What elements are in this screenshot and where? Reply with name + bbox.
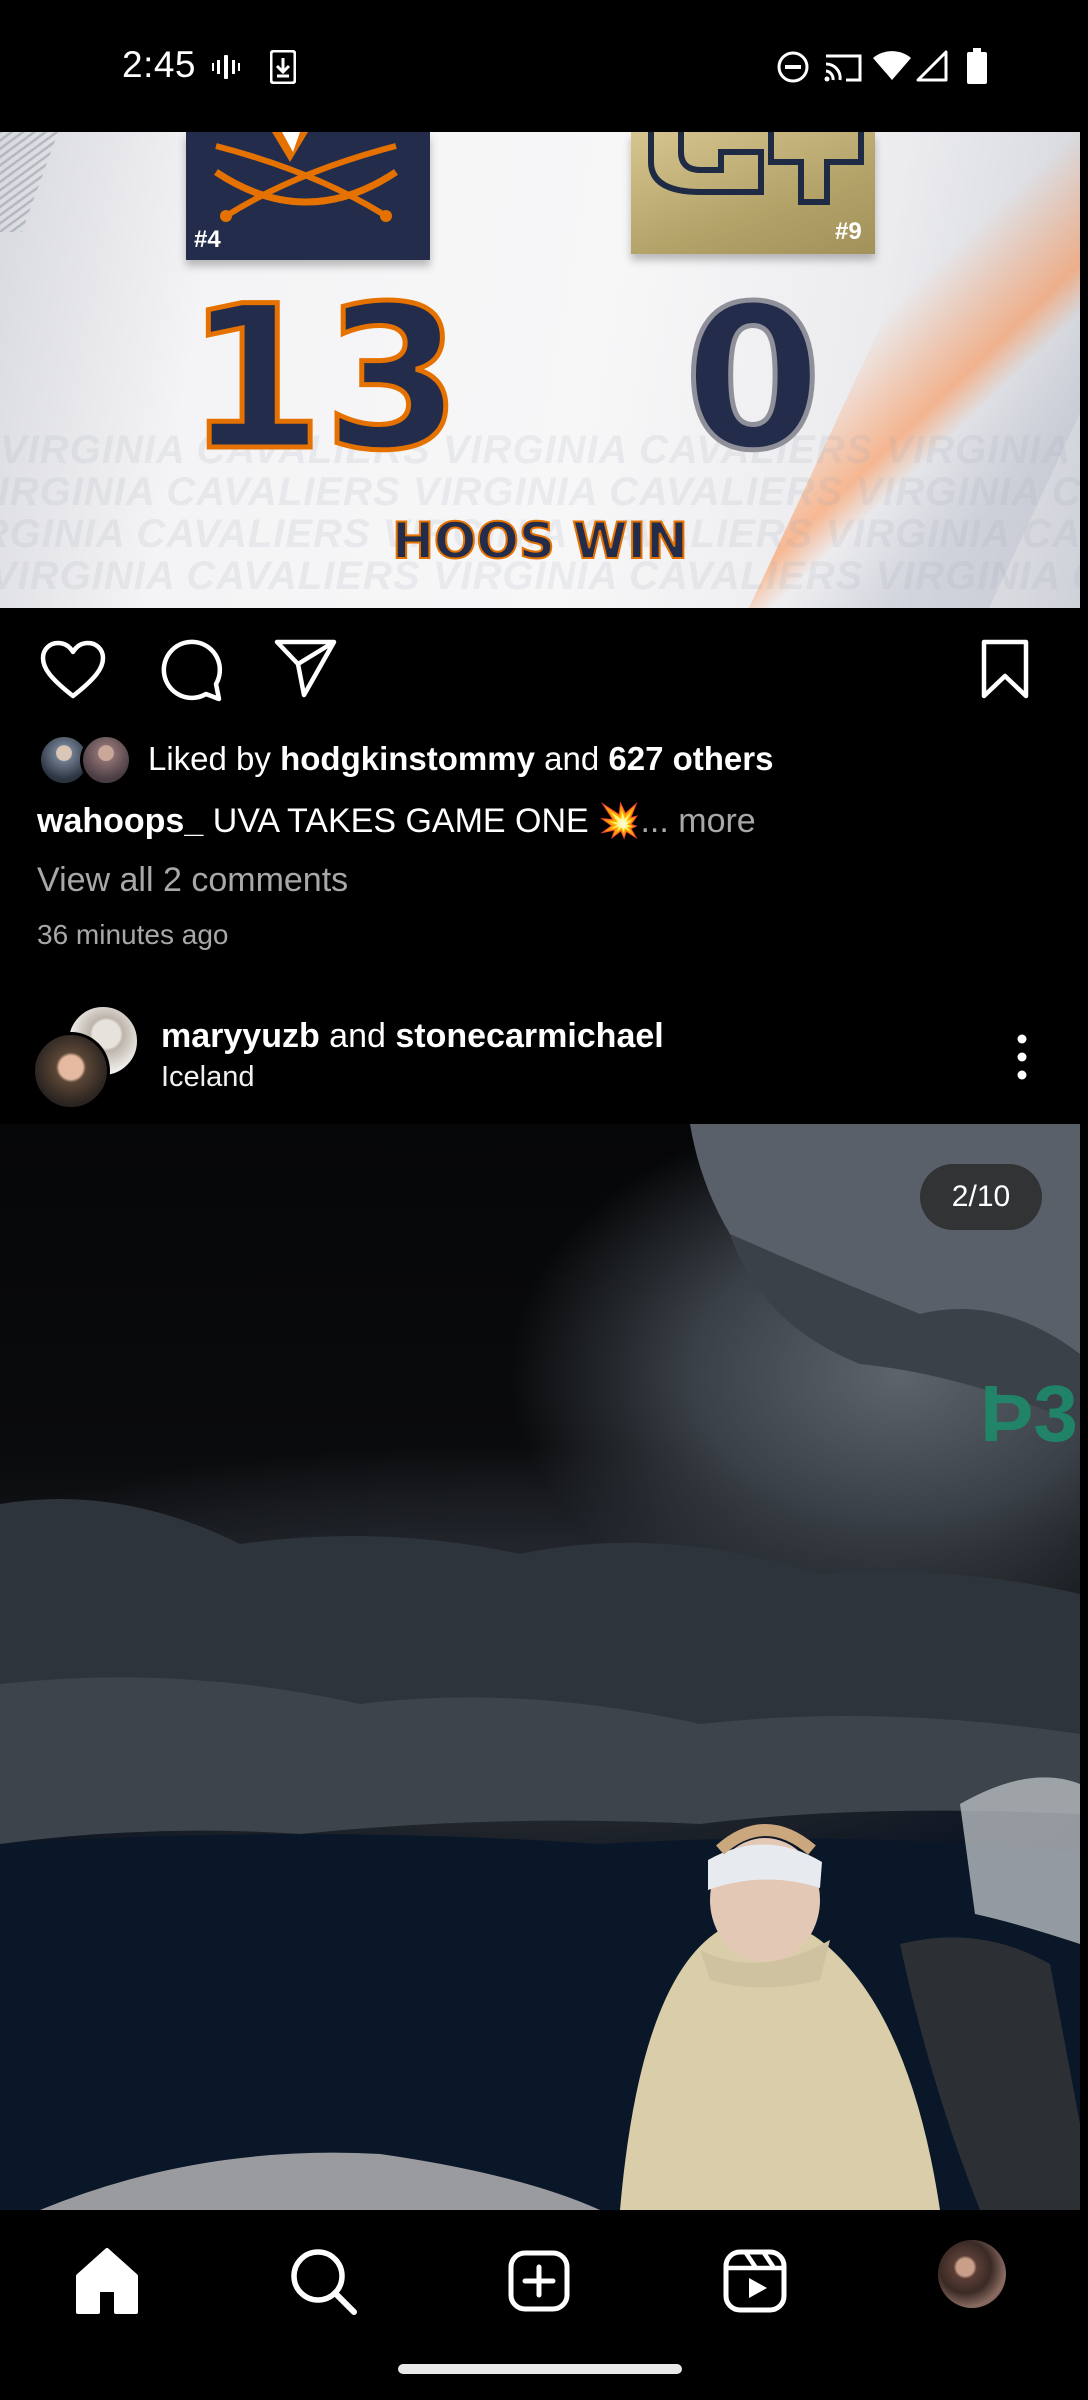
post-location[interactable]: Iceland — [161, 1061, 255, 1094]
liked-by-joiner: and — [534, 740, 609, 777]
vibrate-icon — [212, 55, 240, 79]
away-score: 0 — [682, 263, 825, 494]
liked-by-prefix: Liked by — [148, 740, 281, 777]
post-image-scoreboard[interactable]: VIRGINIA CAVALIERS VIRGINIA CAVALIERS VI… — [0, 132, 1080, 608]
likes-count[interactable]: 627 others — [608, 740, 773, 777]
result-text: HOOS WIN — [391, 511, 689, 571]
download-icon — [270, 50, 296, 84]
save-icon[interactable] — [980, 638, 1030, 700]
home-icon[interactable] — [62, 2236, 152, 2326]
liker-avatar — [80, 734, 132, 786]
wifi-icon — [873, 51, 911, 80]
background-wordmark: VIRGINIA CAVALIERS VIRGINIA CAVALIERS VI… — [0, 470, 1080, 514]
away-team-logo-tile: #9 — [631, 132, 875, 254]
crossed-sabres-logo — [214, 132, 398, 222]
liked-by-user[interactable]: hodgkinstommy — [280, 740, 535, 777]
post-photo-cave[interactable]: Þ3 — [0, 1124, 1080, 2210]
home-rank: #4 — [194, 226, 221, 253]
caption-username[interactable]: wahoops_ — [37, 802, 203, 840]
signal-icon — [916, 50, 948, 82]
battery-icon — [967, 48, 987, 84]
carousel-counter: 2/10 — [920, 1164, 1042, 1230]
search-icon[interactable] — [278, 2236, 368, 2326]
comment-icon[interactable] — [158, 638, 224, 704]
post-authors: maryyuzb and stonecarmichael — [161, 1017, 664, 1056]
post-caption: wahoops_ UVA TAKES GAME ONE 💥... more — [37, 801, 756, 841]
person-figure — [620, 1824, 940, 2210]
home-team-logo-tile: #4 — [186, 132, 430, 260]
post-timestamp: 36 minutes ago — [37, 919, 229, 950]
rock-paint-letters: Þ3 — [980, 1369, 1078, 1458]
coauthor-username[interactable]: stonecarmichael — [395, 1017, 663, 1055]
view-comments-link[interactable]: View all 2 comments — [37, 861, 348, 900]
reels-icon[interactable] — [710, 2236, 800, 2326]
status-bar: 2:45 — [0, 0, 1088, 132]
status-time: 2:45 — [122, 44, 197, 85]
home-score: 13 — [184, 263, 465, 494]
background-wordmark: VIRGINIA CAVALIERS VIRGINIA CAVALIERS VI… — [0, 428, 1080, 472]
create-icon[interactable] — [494, 2236, 584, 2326]
author-joiner: and — [319, 1017, 396, 1055]
caption-text: UVA TAKES GAME ONE 💥 — [203, 802, 641, 840]
like-icon[interactable] — [40, 640, 106, 700]
cast-icon — [824, 54, 862, 82]
author-avatar-primary[interactable] — [32, 1032, 110, 1110]
more-options-icon[interactable] — [1008, 1032, 1036, 1082]
liked-by-text[interactable]: Liked by hodgkinstommy and 627 others — [148, 740, 773, 778]
caption-more-link[interactable]: ... more — [640, 802, 755, 840]
profile-avatar[interactable] — [938, 2240, 1006, 2308]
do-not-disturb-icon — [777, 51, 809, 83]
home-gesture-bar[interactable] — [398, 2364, 682, 2374]
away-rank: #9 — [835, 218, 862, 245]
share-icon[interactable] — [274, 638, 338, 698]
author-username[interactable]: maryyuzb — [161, 1017, 320, 1055]
diagonal-stripe — [0, 132, 59, 232]
